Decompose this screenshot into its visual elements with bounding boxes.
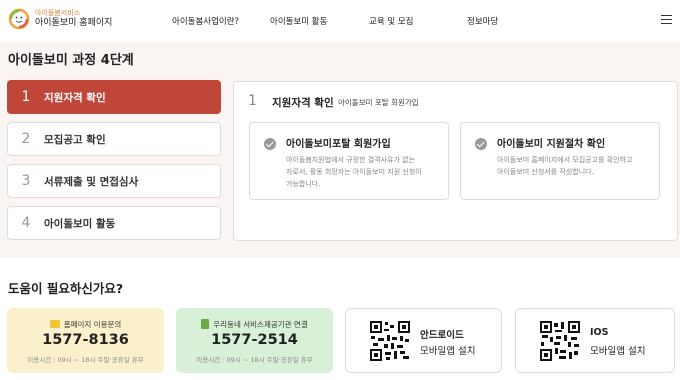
app-install-label: 모바일앱 설치 [420,346,476,357]
step-number: 1 [21,89,31,105]
phone-number: 1577-8136 [42,332,129,348]
site-header: 아이돌봄서비스 아이돌보미 홈페이지 아이돌봄사업이란? 아이돌보미 활동 교육… [0,0,680,42]
step-4-button[interactable]: 4 아이돌보미 활동 [7,206,221,240]
homepage-inquiry-card[interactable]: 홈페이지 이용문의 1577-8136 이용시간 : 09시 ~ 18시 주말·… [7,308,164,373]
app-platform: 안드로이드 [420,330,464,341]
logo-subtitle: 아이돌봄서비스 [35,9,81,17]
android-app-card[interactable]: 안드로이드 모바일앱 설치 [345,308,502,373]
step-label: 지원자격 확인 [44,91,106,104]
logo-icon [8,8,30,30]
card-title: 아이돌보미 지원절차 확인 [497,139,606,150]
card-label-row: 우리동네 서비스제공기관 연결 [176,319,333,330]
community-center-card[interactable]: 우리동네 서비스제공기관 연결 1577-2514 이용시간 : 09시 ~ 1… [176,308,333,373]
card-title: 아이돌보미포탈 회원가입 [286,139,391,150]
service-hours: 이용시간 : 09시 ~ 18시 주말·공휴일 휴무 [27,356,144,364]
service-hours: 이용시간 : 09시 ~ 18시 주말·공휴일 휴무 [196,356,313,364]
step-1-button[interactable]: 1 지원자격 확인 [7,80,221,114]
app-platform: IOS [590,327,609,338]
step-detail-panel: 1 지원자격 확인 아이돌보미 포탈 회원가입 아이돌보미포탈 회원가입 아이돌… [233,81,678,241]
process-title: 아이돌보미 과정 4단계 [8,53,134,68]
detail-title: 지원자격 확인 [272,97,334,109]
check-icon [264,138,276,150]
nav-item-activity[interactable]: 아이돌보미 활동 [270,15,327,27]
detail-step-number: 1 [248,93,257,109]
card-description: 아이돌보미 홈페이지에서 모집공고를 확인하고 아이돌보미 신청서를 작성합니다… [497,154,657,178]
app-install-label: 모바일앱 설치 [590,346,646,357]
step-label: 아이돌보미 활동 [44,217,116,230]
step-number: 2 [21,131,31,147]
card-description: 아이돌봄지원법에서 규정한 결격사유가 없는 자로서, 활동 희망자는 아이돌보… [286,154,446,190]
chat-icon [49,320,60,328]
step-number: 3 [21,173,31,189]
qr-code-icon [540,321,580,361]
card-line: 아이돌보미 신청서를 작성합니다. [497,168,594,176]
card-line: 자로서, 활동 희망자는 아이돌보미 지원 신청이 [286,168,422,176]
nav-item-info[interactable]: 정보마당 [467,15,498,27]
step-2-button[interactable]: 2 모집공고 확인 [7,122,221,156]
card-label-row: 홈페이지 이용문의 [7,319,164,330]
logo-title: 아이돌보미 홈페이지 [35,18,113,28]
card-label: 홈페이지 이용문의 [63,320,122,329]
step-label: 서류제출 및 면접심사 [44,175,139,188]
card-line: 아이돌보미 홈페이지에서 모집공고를 확인하고 [497,156,633,164]
phone-number: 1577-2514 [211,332,298,348]
card-line: 가능합니다. [286,180,321,188]
detail-card-signup: 아이돌보미포탈 회원가입 아이돌봄지원법에서 규정한 결격사유가 없는 자로서,… [249,122,449,200]
help-title: 도움이 필요하신가요? [8,281,124,296]
check-icon [475,138,487,150]
site-logo[interactable]: 아이돌봄서비스 아이돌보미 홈페이지 [8,8,112,30]
card-line: 아이돌봄지원법에서 규정한 결격사유가 없는 [286,156,416,164]
nav-item-education[interactable]: 교육 및 모집 [369,15,414,27]
menu-icon[interactable] [661,15,672,25]
step-3-button[interactable]: 3 서류제출 및 면접심사 [7,164,221,198]
detail-card-procedure: 아이돌보미 지원절차 확인 아이돌보미 홈페이지에서 모집공고를 확인하고 아이… [460,122,660,200]
step-label: 모집공고 확인 [44,133,106,146]
document-icon [201,319,210,329]
nav-item-about[interactable]: 아이돌봄사업이란? [172,15,239,27]
detail-subtitle: 아이돌보미 포탈 회원가입 [338,98,419,107]
qr-code-icon [370,321,410,361]
step-number: 4 [21,215,31,231]
ios-app-card[interactable]: IOS 모바일앱 설치 [515,308,675,373]
card-label: 우리동네 서비스제공기관 연결 [213,320,308,329]
